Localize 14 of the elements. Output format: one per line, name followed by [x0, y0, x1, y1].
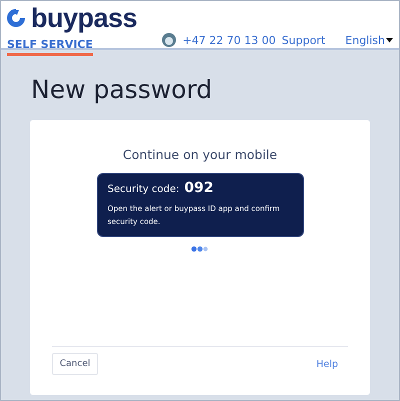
- nav-tab[interactable]: SELF SERVICE: [7, 38, 93, 56]
- phone-number: +47 22 70 13 00: [182, 34, 276, 46]
- support-link[interactable]: Support: [282, 34, 326, 46]
- caret-icon: [386, 38, 393, 42]
- language-dropdown[interactable]: English: [345, 34, 393, 46]
- help-link[interactable]: Help: [316, 358, 338, 370]
- card-heading: Continue on your mobile: [122, 147, 278, 162]
- logo-text: buypass: [31, 5, 138, 31]
- code-label: Security code:: [108, 184, 180, 195]
- logo-icon: [5, 8, 27, 28]
- security-code: 092: [184, 180, 214, 196]
- loading-dots-icon: [191, 246, 209, 252]
- cancel-button[interactable]: Cancel: [52, 353, 98, 375]
- page-title: New password: [31, 74, 214, 106]
